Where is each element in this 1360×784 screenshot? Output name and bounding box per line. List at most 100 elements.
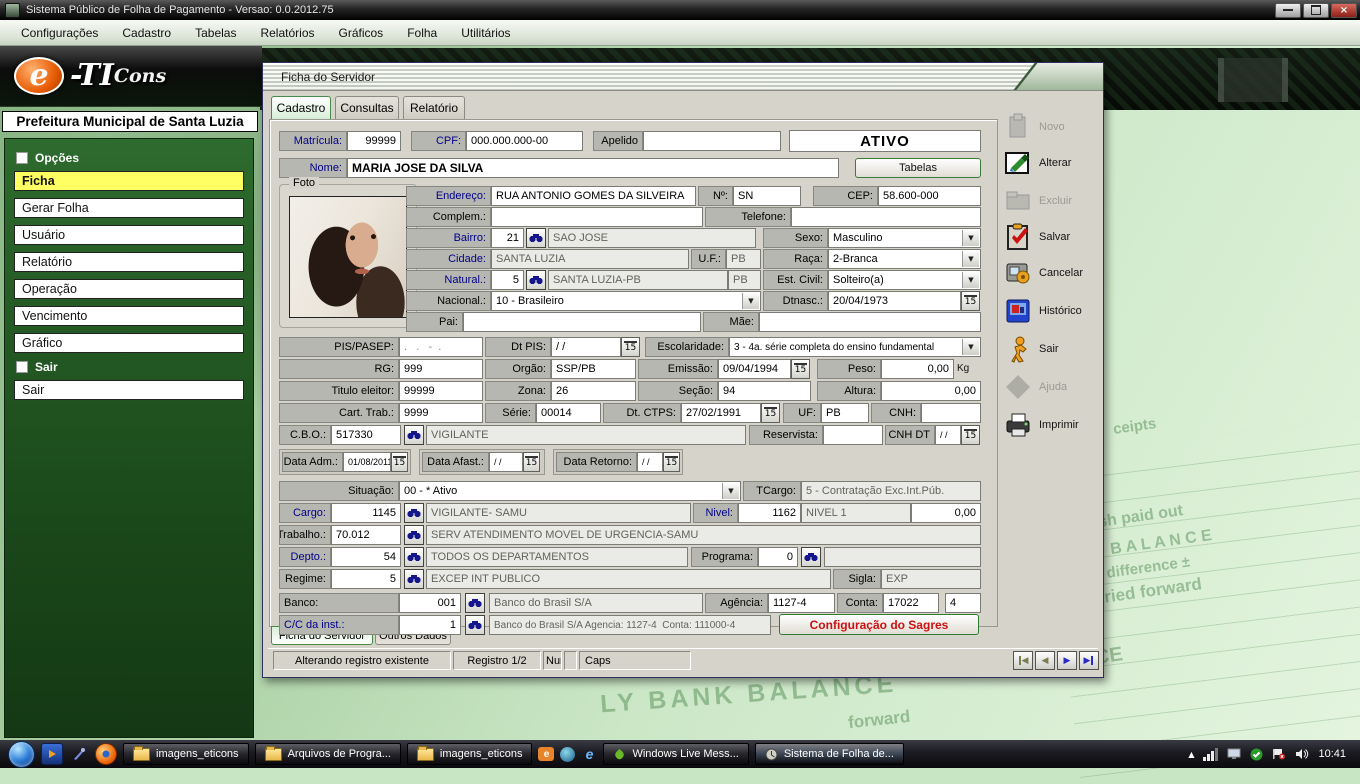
tabelas-button[interactable]: Tabelas [855,158,981,178]
nivel-code-input[interactable]: 1162 [738,503,801,523]
mae-input[interactable] [759,312,981,332]
orgao-input[interactable]: SSP/PB [551,359,636,379]
sidebar-item-usuario[interactable]: Usuário [14,225,244,245]
chevron-down-icon[interactable]: ▼ [742,293,759,309]
depto-lookup-button[interactable] [404,547,424,567]
zona-input[interactable]: 26 [551,381,636,401]
sidebar-item-sair[interactable]: Sair [14,380,244,400]
sidebar-item-vencimento[interactable]: Vencimento [14,306,244,326]
menu-tabelas[interactable]: Tabelas [184,23,247,43]
menu-folha[interactable]: Folha [396,23,448,43]
reservista-input[interactable] [823,425,883,445]
altura-input[interactable]: 0,00 [881,381,981,401]
nav-last-button[interactable]: ▶ [1079,651,1099,670]
taskbar-button-imagens1[interactable]: imagens_eticons [123,743,249,765]
taskbar-button-arquivos[interactable]: Arquivos de Progra... [255,743,401,765]
chevron-down-icon[interactable]: ▼ [962,230,979,246]
regime-code-input[interactable]: 5 [331,569,401,589]
nacional-select[interactable]: 10 - Brasileiro ▼ [491,291,761,311]
salvar-button[interactable]: Salvar [1004,221,1100,253]
action-center-flag-icon[interactable] [1272,748,1286,760]
cnh-input[interactable] [921,403,981,423]
firefox-icon[interactable] [95,743,117,765]
dtnasc-calendar-button[interactable]: 15 [961,291,980,311]
complem-input[interactable] [491,207,703,227]
depto-code-input[interactable]: 54 [331,547,401,567]
titulo-input[interactable]: 99999 [399,381,483,401]
menu-relatorios[interactable]: Relatórios [249,23,325,43]
sidebar-item-ficha[interactable]: Ficha [14,171,244,191]
dtctps-calendar-button[interactable]: 15 [761,403,780,423]
banco-code-input[interactable]: 001 [399,593,461,613]
utrabalho-code-input[interactable]: 70.012 [331,525,401,545]
emissao-calendar-button[interactable]: 15 [791,359,810,379]
pai-input[interactable] [463,312,701,332]
display-tray-icon[interactable] [1227,748,1241,760]
tab-consultas[interactable]: Consultas [335,96,399,119]
numero-input[interactable]: SN [733,186,801,206]
bairro-code-input[interactable]: 21 [491,228,524,248]
emissao-input[interactable]: 09/04/1994 [718,359,791,379]
emule-icon[interactable]: e [538,747,554,761]
tweety-icon[interactable] [560,747,575,762]
sidebar-item-gerar-folha[interactable]: Gerar Folha [14,198,244,218]
menu-utilitarios[interactable]: Utilitários [450,23,521,43]
dataadm-input[interactable]: 01/08/2011 [343,452,391,472]
programa-code-input[interactable]: 0 [758,547,798,567]
sidebar-item-grafico[interactable]: Gráfico [14,333,244,353]
imprimir-button[interactable]: Imprimir [1004,409,1100,441]
peso-input[interactable]: 0,00 [881,359,954,379]
cep-input[interactable]: 58.600-000 [878,186,981,206]
ccinst-lookup-button[interactable] [465,615,485,635]
raca-select[interactable]: 2-Branca ▼ [828,249,981,269]
pispasep-input[interactable]: . . - . [399,337,483,357]
nav-next-button[interactable]: ▶ [1057,651,1077,670]
paint-icon[interactable] [69,744,89,764]
dataretorno-calendar-button[interactable]: 15 [663,452,680,472]
utrabalho-lookup-button[interactable] [404,525,424,545]
serie-input[interactable]: 00014 [536,403,601,423]
estcivil-select[interactable]: Solteiro(a) ▼ [828,270,981,290]
natural-code-input[interactable]: 5 [491,270,524,290]
sidebar-item-operacao[interactable]: Operação [14,279,244,299]
dataafast-input[interactable]: / / [489,452,523,472]
cnhdt-calendar-button[interactable]: 15 [961,425,980,445]
network-signal-icon[interactable] [1203,748,1218,761]
conta-input[interactable]: 17022 [883,593,939,613]
chevron-down-icon[interactable]: ▼ [722,483,739,499]
bairro-lookup-button[interactable] [526,228,546,248]
regime-lookup-button[interactable] [404,569,424,589]
restore-button[interactable] [1303,3,1329,18]
sagres-button[interactable]: Configuração do Sagres [779,614,979,635]
taskbar-clock[interactable]: 10:41 [1318,748,1352,760]
chevron-down-icon[interactable]: ▼ [962,339,979,355]
agencia-input[interactable]: 1127-4 [768,593,835,613]
internet-explorer-icon[interactable]: e [581,747,597,761]
sair-button[interactable]: Sair [1004,333,1100,365]
cargo-lookup-button[interactable] [404,503,424,523]
carttrab-input[interactable]: 9999 [399,403,483,423]
cbo-lookup-button[interactable] [404,425,424,445]
programa-lookup-button[interactable] [801,547,821,567]
chevron-down-icon[interactable]: ▼ [962,272,979,288]
secao-input[interactable]: 94 [718,381,811,401]
dataretorno-input[interactable]: / / [637,452,663,472]
media-player-icon[interactable] [41,743,63,765]
tab-relatorio[interactable]: Relatório [403,96,465,119]
matricula-input[interactable]: 99999 [347,131,401,151]
apelido-input[interactable] [643,131,781,151]
situacao-select[interactable]: 00 - * Ativo ▼ [399,481,741,501]
taskbar-button-sistema[interactable]: Sistema de Folha de... [755,743,904,765]
close-button[interactable]: × [1331,3,1357,18]
start-button[interactable] [8,741,35,768]
menu-graficos[interactable]: Gráficos [328,23,395,43]
natural-lookup-button[interactable] [526,270,546,290]
ccinst-code-input[interactable]: 1 [399,615,461,635]
tab-cadastro[interactable]: Cadastro [271,96,331,119]
taskbar-button-imagens2[interactable]: imagens_eticons [407,743,533,765]
cbo-code-input[interactable]: 517330 [331,425,401,445]
ufctps-input[interactable]: PB [821,403,869,423]
rg-input[interactable]: 999 [399,359,483,379]
conta-dv-input[interactable]: 4 [945,593,981,613]
historico-button[interactable]: Histórico [1004,295,1100,327]
